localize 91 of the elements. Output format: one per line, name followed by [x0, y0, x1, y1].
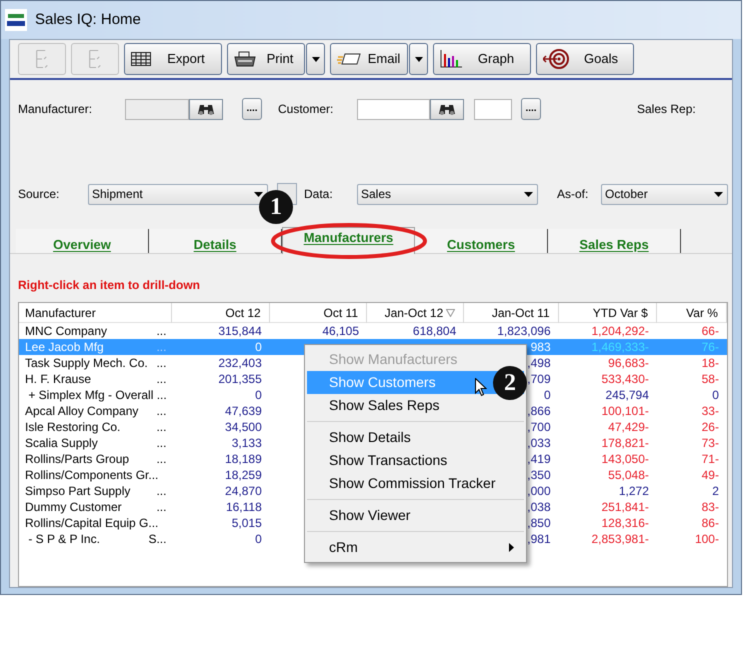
field-label: Data:	[304, 186, 334, 203]
table-cell: Apcal Alloy Company	[25, 403, 138, 419]
table-cell: ,033	[527, 435, 551, 451]
table-cell: Task Supply Mech. Co.	[25, 355, 148, 371]
table-cell: 0	[712, 387, 719, 403]
table-cell: 143,050-	[602, 451, 649, 467]
table-cell: Simpso Part Supply	[25, 483, 130, 499]
table-cell: 2,853,981-	[591, 531, 649, 547]
table-cell: MNC Company	[25, 323, 108, 339]
table-cell: ...	[156, 435, 166, 451]
field-label: As-of:	[557, 186, 590, 203]
table-cell: ,419	[527, 451, 551, 467]
table-cell: ...	[156, 499, 166, 515]
table-cell: 3,133	[232, 435, 262, 451]
table-cell: ,038	[527, 499, 551, 515]
window-title: Sales IQ: Home	[35, 10, 141, 30]
table-cell: 18,189	[225, 451, 262, 467]
table-cell: 0	[255, 531, 262, 547]
field-label: Sales Rep:	[637, 101, 696, 118]
table-cell: 0	[544, 387, 551, 403]
table-cell: 47,429-	[608, 419, 649, 435]
table-cell: ...	[156, 323, 166, 339]
table-cell: ,866	[527, 403, 551, 419]
table-cell: Dummy Customer	[25, 499, 122, 515]
table-cell: ...	[156, 403, 166, 419]
table-cell: 128,316-	[602, 515, 649, 531]
table-cell: ...	[156, 339, 166, 355]
table-cell: ...	[156, 483, 166, 499]
table-cell: 73-	[702, 435, 719, 451]
table-cell: 71-	[702, 451, 719, 467]
table-cell: H. F. Krause	[25, 371, 92, 387]
table-cell: 58-	[702, 371, 719, 387]
table-cell: 1,823,096	[497, 323, 551, 339]
table-cell: 245,794	[605, 387, 649, 403]
table-cell: ,498	[527, 355, 551, 371]
table-cell: ...	[156, 419, 166, 435]
table-cell: ...	[156, 451, 166, 467]
table-cell: Rollins/Capital Equip G...	[25, 515, 158, 531]
table-cell: 5,015	[232, 515, 262, 531]
table-cell: 201,355	[218, 371, 262, 387]
table-cell: 47,639	[225, 403, 262, 419]
table-cell: 0	[255, 387, 262, 403]
table-cell: 1,272	[618, 483, 649, 499]
table-cell: Lee Jacob Mfg	[25, 339, 104, 355]
table-cell: 232,403	[218, 355, 262, 371]
table-cell: Isle Restoring Co.	[25, 419, 120, 435]
table-cell: 1,204,292-	[591, 323, 649, 339]
table-cell: Rollins/Parts Group	[25, 451, 130, 467]
table-cell-text: + Simplex Mfg - Overall ...	[27, 387, 167, 403]
table-cell: 24,870	[225, 483, 262, 499]
table-cell: Scalia Supply	[25, 435, 98, 451]
table-cell: 315,844	[218, 323, 262, 339]
table-cell: ,850	[527, 515, 551, 531]
field-label: Manufacturer:	[18, 101, 94, 118]
table-cell: 83-	[702, 499, 719, 515]
table-cell: ,981	[527, 531, 551, 547]
table-cell: 100-	[694, 531, 719, 547]
table-cell: 533,430-	[602, 371, 649, 387]
table-cell: 18-	[702, 355, 719, 371]
table-cell: 33-	[702, 403, 719, 419]
table-cell: 618,804	[412, 323, 456, 339]
table-cell: 55,048-	[608, 467, 649, 483]
table-cell: 1,469,333-	[591, 339, 649, 355]
table-cell: ,700	[527, 419, 551, 435]
table-cell: S...	[148, 531, 166, 547]
table-cell: Rollins/Components Gr...	[25, 467, 158, 483]
table-cell: 34,500	[225, 419, 262, 435]
table-cell: ,350	[527, 467, 551, 483]
table-cell: 26-	[702, 419, 719, 435]
table-cell: 983	[530, 339, 551, 355]
table-cell: 46,105	[322, 323, 360, 339]
table-cell-text: - S P & P Inc.	[27, 531, 100, 547]
table-cell: 49-	[702, 467, 719, 483]
table-cell: ...	[156, 371, 166, 387]
field-label: Source:	[18, 186, 60, 203]
table-cell: 16,118	[226, 499, 262, 515]
table-cell: 0	[255, 339, 262, 355]
table-cell: ,709	[527, 371, 551, 387]
table-cell: ...	[156, 355, 166, 371]
table-cell: 178,821-	[602, 435, 649, 451]
table-cell: 76-	[702, 339, 719, 355]
table-cell: 66-	[702, 323, 719, 339]
hint-text: Right-click an item to drill-down	[18, 277, 200, 294]
field-label: Customer:	[278, 101, 334, 118]
table-cell: 2	[712, 483, 719, 499]
table-cell: 100,101-	[602, 403, 649, 419]
table-cell: 86-	[702, 515, 719, 531]
table-cell: 251,841-	[602, 499, 649, 515]
table-cell: ,000	[527, 483, 551, 499]
table-cell: 96,683-	[608, 355, 649, 371]
table-cell: 18,259	[225, 467, 262, 483]
